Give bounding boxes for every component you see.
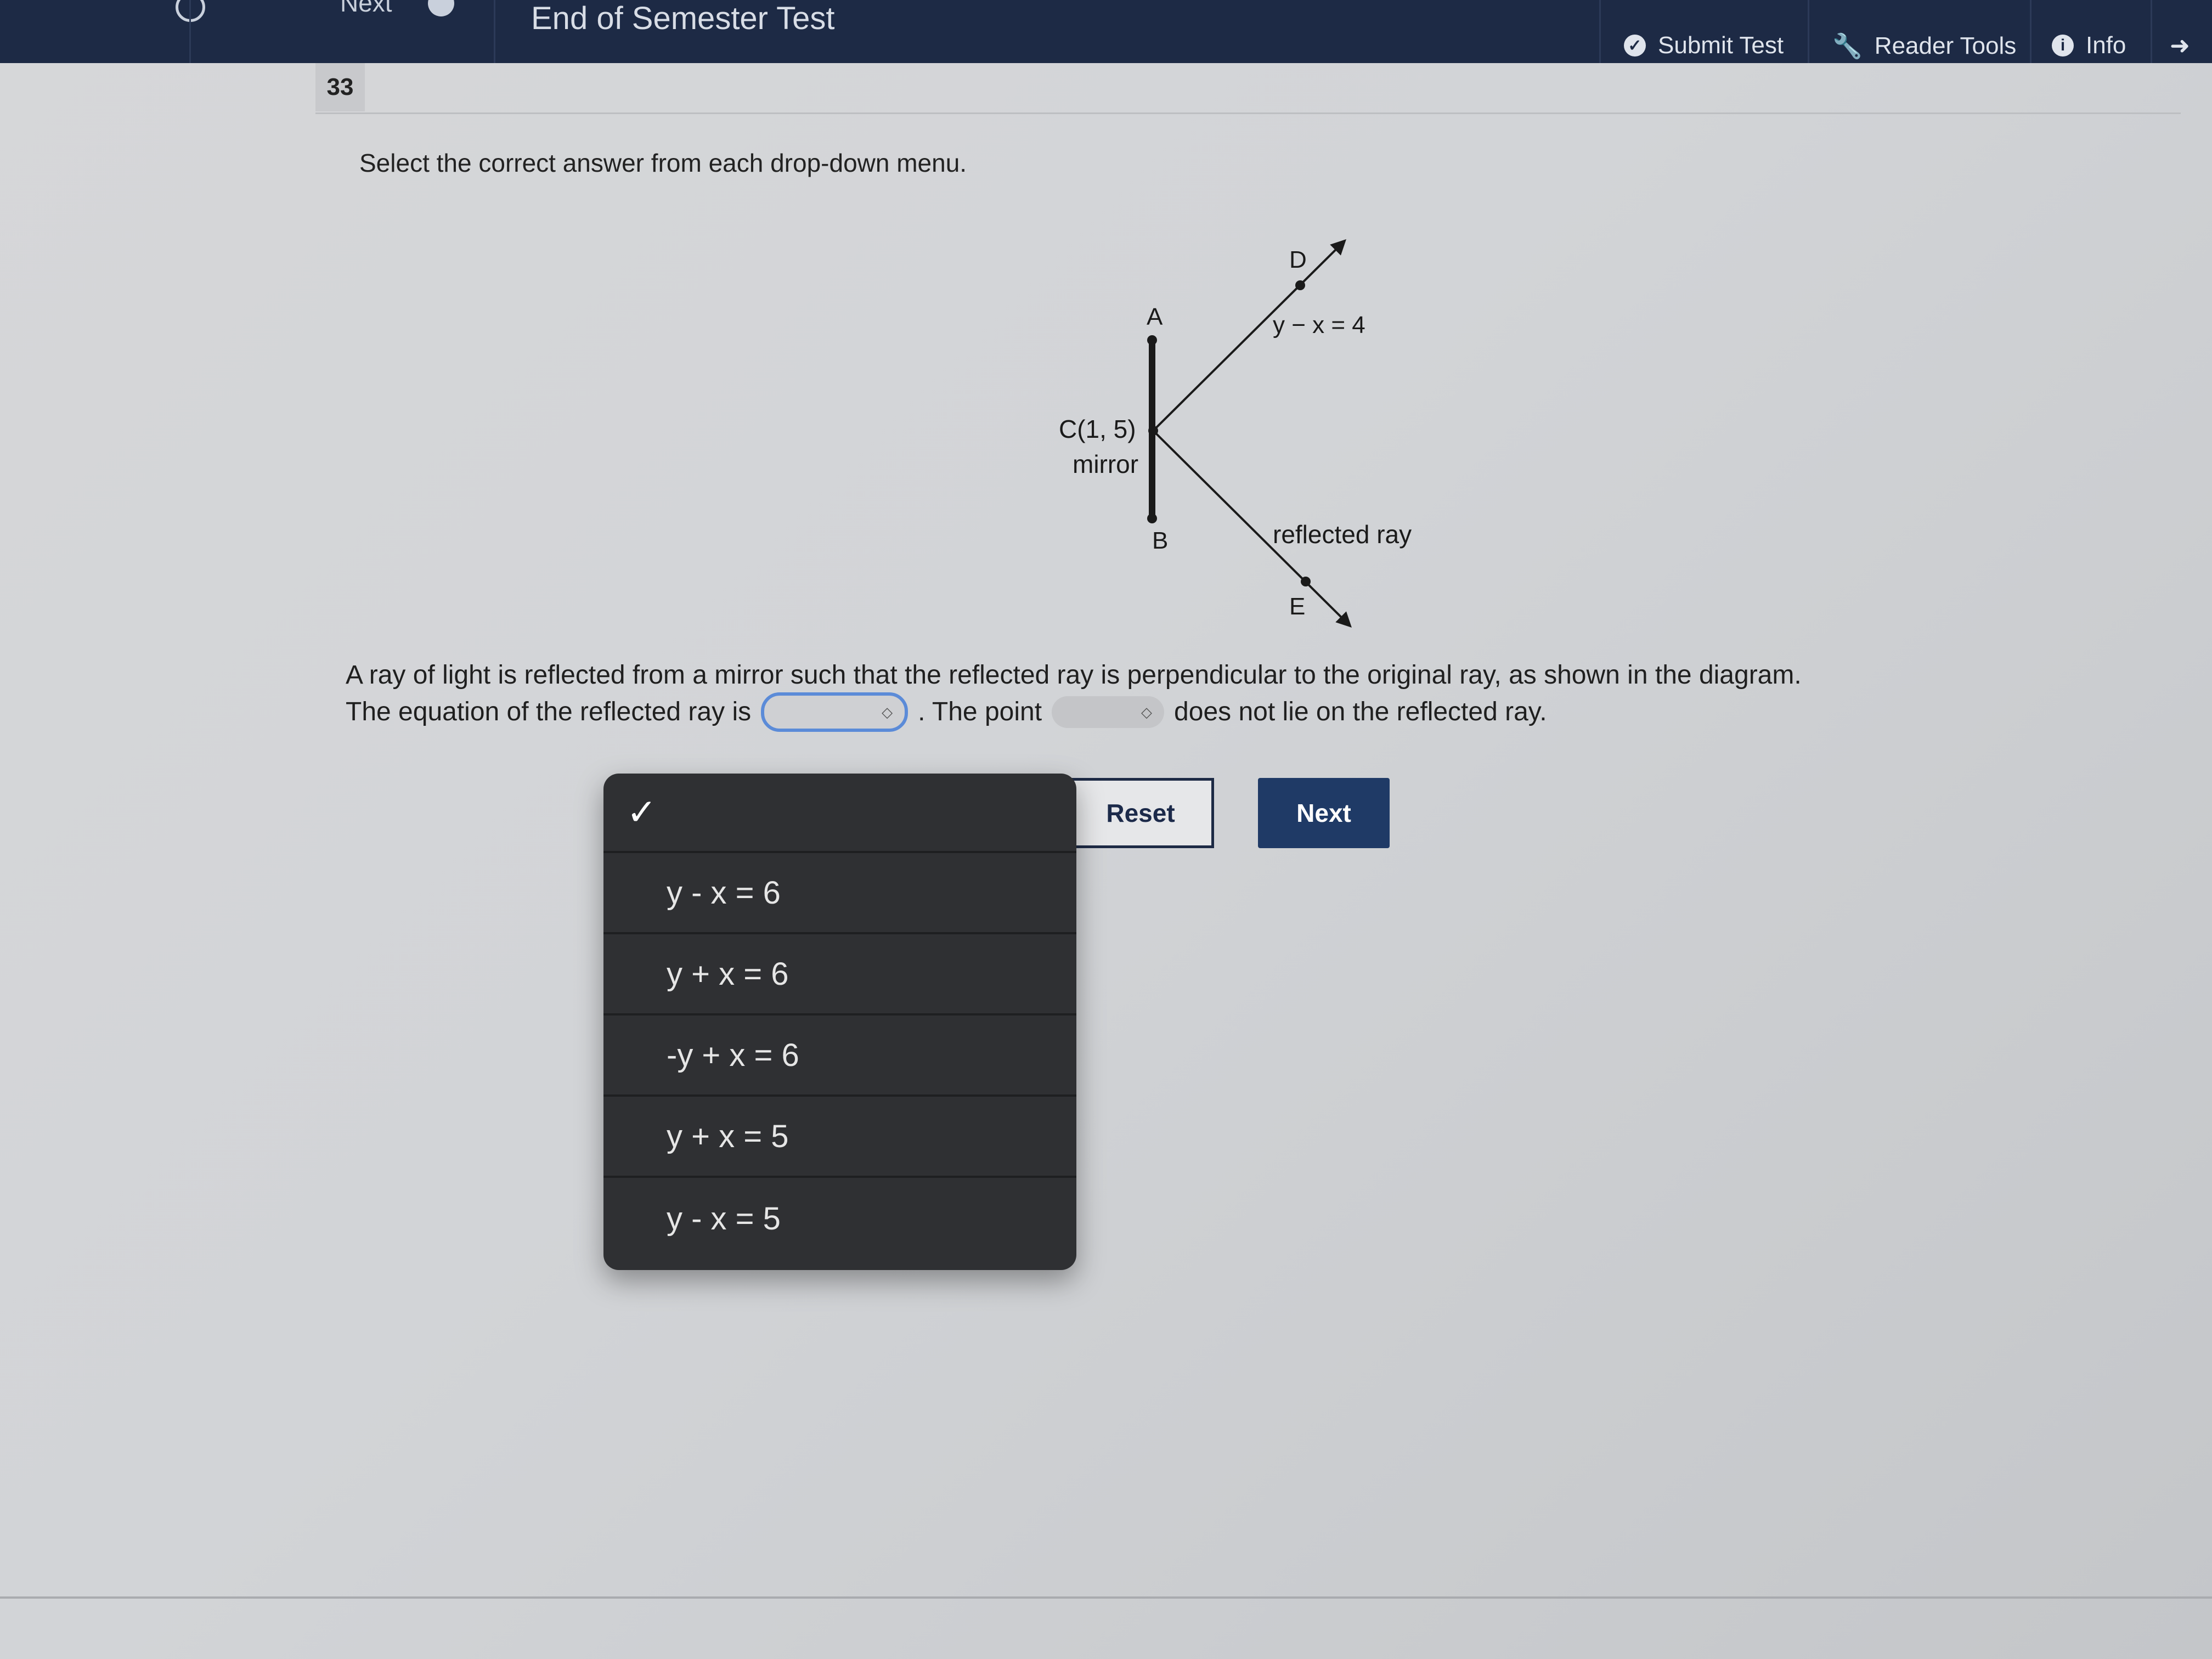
- reflection-diagram: D A y − x = 4 C(1, 5) mirror B reflected…: [1059, 239, 1412, 628]
- wrench-icon: 🔧: [1832, 33, 1863, 60]
- point-D: [1295, 280, 1305, 290]
- point-E: [1301, 577, 1311, 586]
- exit-button[interactable]: ➜: [2170, 32, 2190, 60]
- question-text: A ray of light is reflected from a mirro…: [346, 658, 1827, 732]
- divider: [494, 0, 495, 63]
- divider: [189, 0, 191, 63]
- submit-test-label: Submit Test: [1658, 32, 1784, 59]
- top-bar: Next End of Semester Test ✓ Submit Test …: [0, 0, 2212, 63]
- question-line-2: The equation of the reflected ray is ◇ .…: [346, 692, 1827, 732]
- divider: [1599, 0, 1601, 63]
- question-divider: [315, 112, 2181, 114]
- label-A: A: [1147, 303, 1163, 330]
- reset-button[interactable]: Reset: [1070, 778, 1214, 848]
- exit-icon: ➜: [2170, 32, 2190, 59]
- dropdown-option[interactable]: y - x = 5: [603, 1178, 1076, 1259]
- point-A: [1147, 335, 1157, 345]
- label-mirror: mirror: [1073, 450, 1138, 478]
- point-B: [1147, 514, 1157, 523]
- instruction-text: Select the correct answer from each drop…: [359, 149, 967, 177]
- question-line-1: A ray of light is reflected from a mirro…: [346, 661, 1802, 690]
- label-D: D: [1289, 246, 1307, 273]
- reader-tools-button[interactable]: 🔧 Reader Tools: [1832, 32, 2016, 60]
- divider: [1808, 0, 1809, 63]
- next-button[interactable]: Next: [1258, 778, 1390, 848]
- next-nav-icon[interactable]: [428, 0, 454, 16]
- dropdown-option[interactable]: -y + x = 6: [603, 1015, 1076, 1097]
- equation-dropdown-menu: ✓ y - x = 6 y + x = 6 -y + x = 6 y + x =…: [603, 774, 1076, 1270]
- label-B: B: [1152, 527, 1168, 554]
- submit-test-button[interactable]: ✓ Submit Test: [1624, 32, 1784, 59]
- question-text-b: . The point: [918, 697, 1042, 726]
- divider: [2030, 0, 2032, 63]
- select-arrows-icon: ◇: [882, 704, 893, 720]
- dropdown-option[interactable]: y + x = 6: [603, 934, 1076, 1015]
- dropdown-option[interactable]: y - x = 6: [603, 853, 1076, 934]
- checkmark-icon: ✓: [627, 792, 657, 832]
- select-arrows-icon: ◇: [1141, 704, 1153, 720]
- label-equation: y − x = 4: [1273, 312, 1365, 338]
- dropdown-option[interactable]: y + x = 5: [603, 1097, 1076, 1178]
- screen-bottom-edge: [0, 1596, 2212, 1599]
- reader-tools-label: Reader Tools: [1874, 32, 2017, 59]
- label-C: C(1, 5): [1059, 415, 1136, 443]
- info-label: Info: [2086, 32, 2126, 59]
- divider: [2151, 0, 2152, 63]
- question-number: 33: [315, 63, 365, 111]
- info-button[interactable]: i Info: [2052, 32, 2126, 59]
- label-E: E: [1289, 593, 1305, 620]
- next-nav-label[interactable]: Next: [340, 0, 392, 18]
- reflected-ray-equation-select[interactable]: ◇: [761, 692, 909, 732]
- point-select[interactable]: ◇: [1052, 696, 1165, 728]
- test-title: End of Semester Test: [531, 1, 835, 36]
- dropdown-option-blank[interactable]: ✓: [603, 774, 1076, 853]
- check-circle-icon: ✓: [1624, 35, 1646, 57]
- question-text-a: The equation of the reflected ray is: [346, 697, 752, 726]
- info-icon: i: [2052, 35, 2074, 57]
- question-text-c: does not lie on the reflected ray.: [1174, 697, 1547, 726]
- label-reflected-ray: reflected ray: [1273, 520, 1412, 549]
